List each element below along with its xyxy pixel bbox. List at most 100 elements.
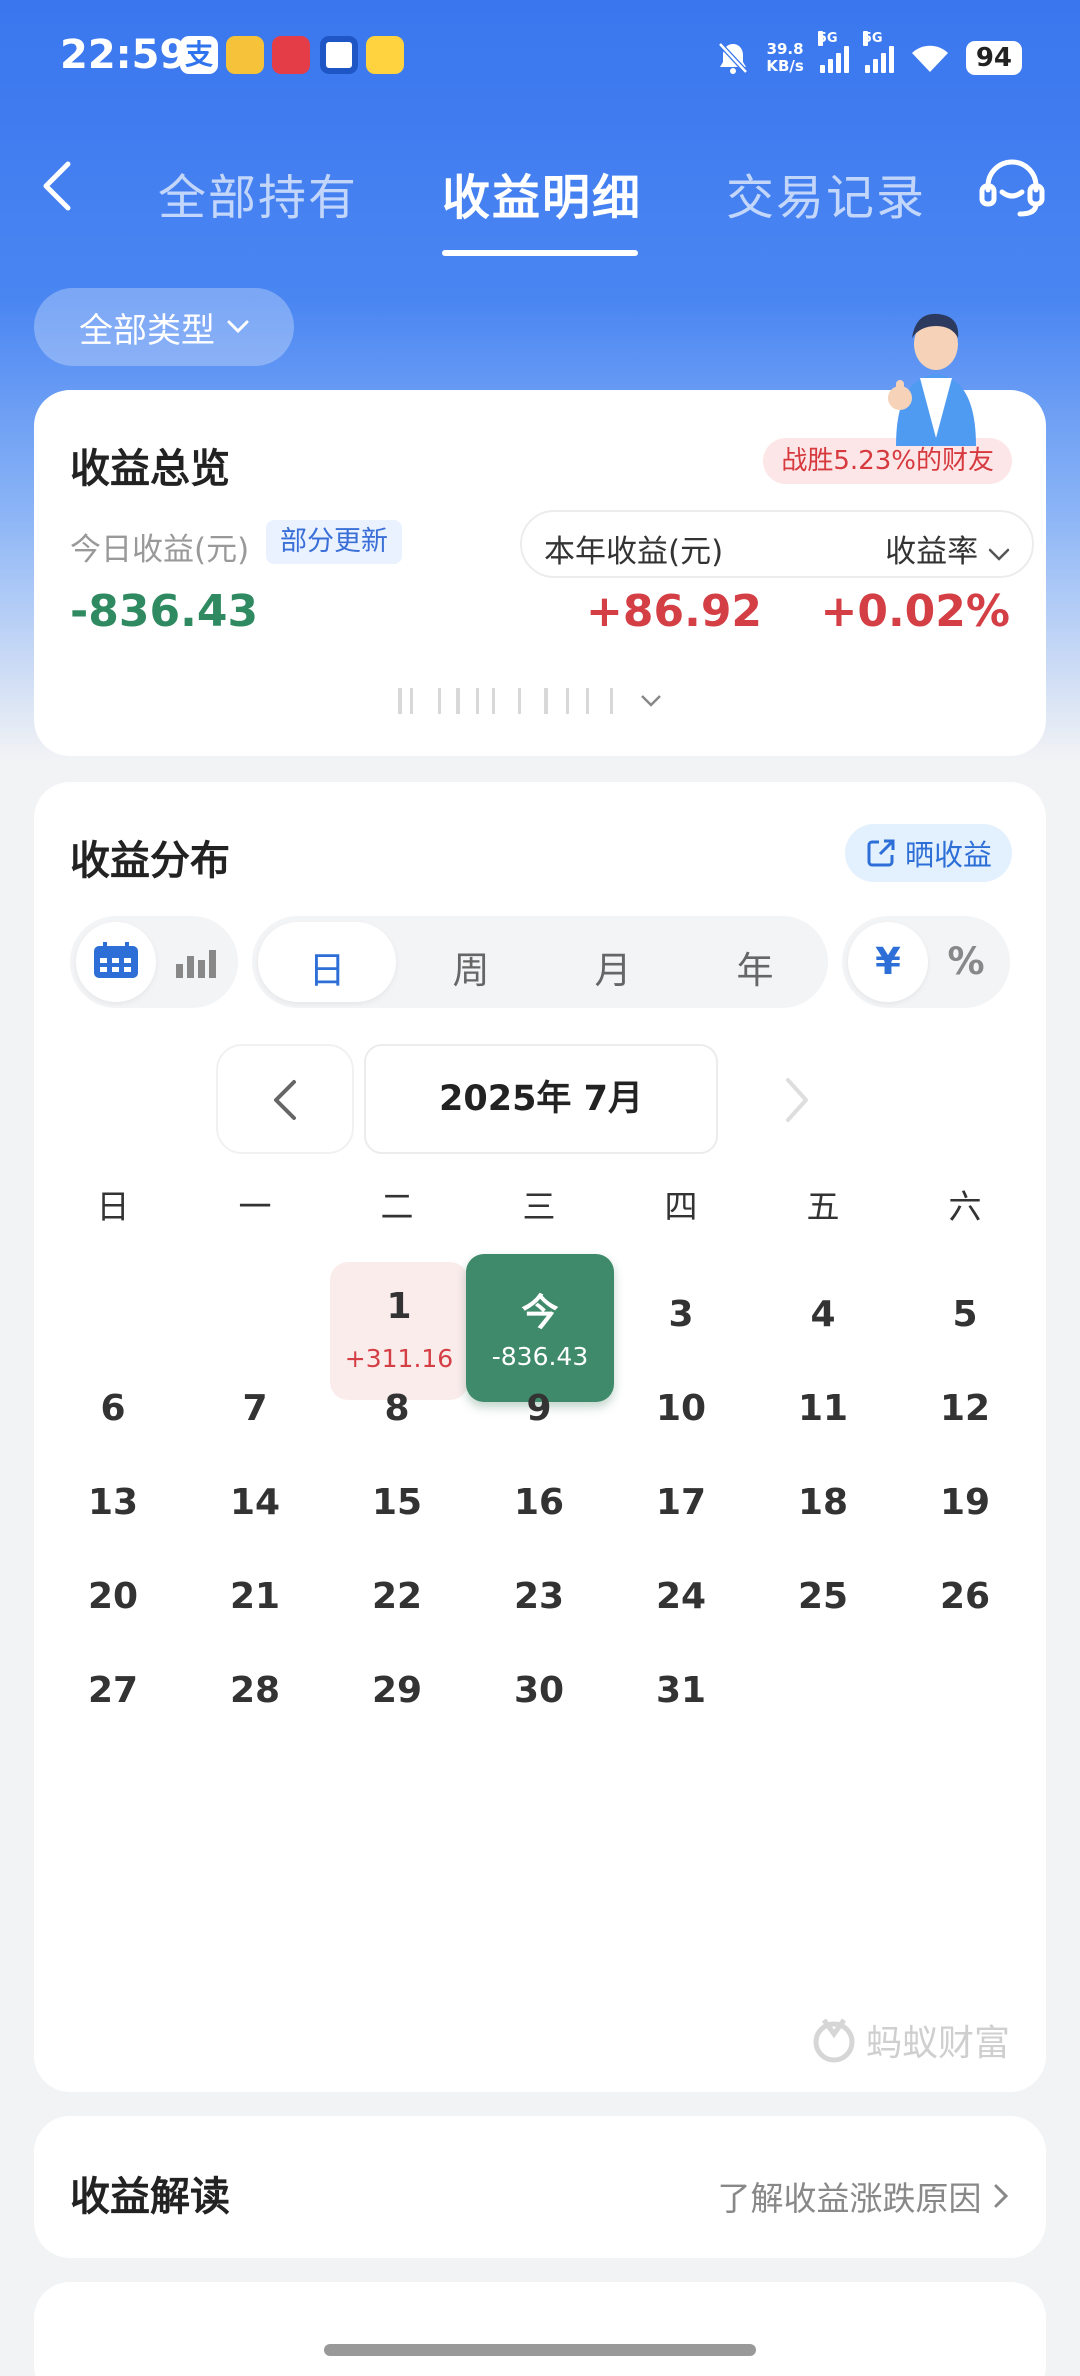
- overview-title: 收益总览: [70, 446, 230, 492]
- chevron-right-icon: [994, 2184, 1009, 2208]
- period-week[interactable]: 周: [402, 940, 540, 994]
- calendar-day[interactable]: 22: [332, 1576, 462, 1617]
- unit-toggle: ¥ %: [842, 916, 1010, 1008]
- interpretation-card[interactable]: 收益解读 了解收益涨跌原因: [34, 2116, 1046, 2258]
- day-1-number: 1: [386, 1286, 412, 1327]
- calendar-day[interactable]: 4: [758, 1294, 888, 1335]
- weekday-fri: 五: [806, 1187, 840, 1226]
- gold-app-icon: [226, 36, 264, 74]
- chevron-down-icon: [227, 320, 249, 334]
- weekday-sat: 六: [948, 1187, 982, 1226]
- calendar-day[interactable]: 27: [48, 1670, 178, 1711]
- type-filter-label: 全部类型: [79, 310, 215, 351]
- calendar-day[interactable]: 31: [616, 1670, 746, 1711]
- next-card-partial: [34, 2282, 1046, 2376]
- calendar-day[interactable]: 6: [48, 1388, 178, 1429]
- top-nav: 全部持有 收益明细 交易记录: [0, 140, 1080, 260]
- customer-service-icon[interactable]: [976, 152, 1048, 224]
- year-earnings-value: +86.92: [586, 586, 763, 637]
- alipay-app-icon: 支: [180, 36, 218, 74]
- calendar-day[interactable]: 7: [190, 1388, 320, 1429]
- chevron-down-icon: [988, 548, 1010, 561]
- distribution-card: 收益分布 晒收益 日 周 月 年 ¥ % 2025年 7月 日 一 二 三 四 …: [34, 782, 1046, 2092]
- wifi-icon: [911, 45, 948, 72]
- mute-bell-icon: [718, 42, 749, 74]
- signal-2-icon: 5G: [862, 31, 894, 73]
- calendar-day[interactable]: 16: [474, 1482, 604, 1523]
- today-earnings-value: -836.43: [70, 586, 259, 637]
- video-app-icon: [366, 36, 404, 74]
- ant-fortune-logo-icon: [813, 2018, 855, 2063]
- back-arrow-icon[interactable]: [34, 156, 84, 216]
- calendar-view-button[interactable]: [76, 922, 156, 1002]
- calendar-day[interactable]: 18: [758, 1482, 888, 1523]
- calendar-day[interactable]: 11: [758, 1388, 888, 1429]
- calendar-day[interactable]: 24: [616, 1576, 746, 1617]
- calendar-day[interactable]: 21: [190, 1576, 320, 1617]
- weekday-thu: 四: [664, 1187, 698, 1226]
- calendar-day[interactable]: 29: [332, 1670, 462, 1711]
- weekday-tue: 二: [380, 1187, 414, 1226]
- blue-app-icon: [320, 36, 358, 74]
- unit-yuan[interactable]: ¥: [848, 940, 928, 983]
- calendar-day[interactable]: 5: [900, 1294, 1030, 1335]
- weekday-wed: 三: [522, 1187, 556, 1226]
- interpretation-link[interactable]: 了解收益涨跌原因: [718, 2172, 1011, 2220]
- calendar-day[interactable]: 28: [190, 1670, 320, 1711]
- today-earnings: -836.43: [491, 1342, 589, 1371]
- calendar-day[interactable]: 19: [900, 1482, 1030, 1523]
- bar-chart-icon[interactable]: [174, 944, 218, 980]
- battery-indicator: 94: [965, 41, 1022, 75]
- year-earnings-label: 本年收益(元): [544, 534, 724, 570]
- partial-update-badge[interactable]: 部分更新: [266, 520, 402, 564]
- rate-dropdown[interactable]: 收益率: [885, 526, 1010, 571]
- today-earnings-label: 今日收益(元): [70, 532, 250, 568]
- calendar-day[interactable]: 12: [900, 1388, 1030, 1429]
- period-toggle: 日 周 月 年: [252, 916, 828, 1008]
- today-label: 今: [521, 1291, 559, 1334]
- period-year[interactable]: 年: [686, 940, 824, 994]
- share-icon: [867, 839, 895, 867]
- red-app-icon: [272, 36, 310, 74]
- share-earnings-button[interactable]: 晒收益: [844, 824, 1012, 882]
- next-month-chevron-icon: [786, 1078, 808, 1122]
- network-speed: 39.8 KB/s: [766, 40, 804, 75]
- calendar-today[interactable]: 今 -836.43: [466, 1254, 614, 1402]
- calendar-day[interactable]: 14: [190, 1482, 320, 1523]
- calendar-day[interactable]: 9: [474, 1388, 604, 1429]
- type-filter-dropdown[interactable]: 全部类型: [34, 288, 294, 366]
- calendar-day[interactable]: 17: [616, 1482, 746, 1523]
- year-rate-toggle[interactable]: 本年收益(元) 收益率: [520, 510, 1034, 578]
- blurred-summary-strip: [398, 688, 661, 714]
- view-mode-toggle: [70, 916, 238, 1008]
- share-label: 晒收益: [904, 838, 992, 872]
- tab-all-holdings[interactable]: 全部持有: [158, 158, 358, 228]
- calendar-day-1[interactable]: 1 +311.16: [330, 1262, 468, 1400]
- chevron-left-icon: [274, 1080, 296, 1120]
- calendar-day[interactable]: 13: [48, 1482, 178, 1523]
- calendar-day[interactable]: 30: [474, 1670, 604, 1711]
- tab-earnings-detail[interactable]: 收益明细: [442, 158, 642, 228]
- calendar-day[interactable]: 23: [474, 1576, 604, 1617]
- unit-percent[interactable]: %: [926, 940, 1006, 983]
- calendar-day[interactable]: 26: [900, 1576, 1030, 1617]
- period-month[interactable]: 月: [544, 940, 682, 994]
- watermark-text: 蚂蚁财富: [865, 2023, 1010, 2064]
- calendar-day[interactable]: 3: [616, 1294, 746, 1335]
- prev-month-button[interactable]: [216, 1044, 354, 1154]
- weekday-mon: 一: [238, 1187, 272, 1226]
- calendar-day[interactable]: 25: [758, 1576, 888, 1617]
- home-indicator[interactable]: [324, 2344, 756, 2356]
- status-time: 22:59: [60, 32, 188, 78]
- period-day[interactable]: 日: [258, 940, 396, 994]
- month-selector[interactable]: 2025年 7月: [364, 1044, 718, 1154]
- day-1-earnings: +311.16: [344, 1344, 454, 1373]
- mascot-illustration: [888, 313, 976, 446]
- tab-transactions[interactable]: 交易记录: [726, 158, 926, 228]
- calendar-day[interactable]: 20: [48, 1576, 178, 1617]
- calendar-day[interactable]: 10: [616, 1388, 746, 1429]
- calendar-day[interactable]: 15: [332, 1482, 462, 1523]
- signal-1-icon: 5G: [817, 31, 849, 73]
- weekday-sun: 日: [96, 1187, 130, 1226]
- calendar-day[interactable]: 8: [332, 1388, 462, 1429]
